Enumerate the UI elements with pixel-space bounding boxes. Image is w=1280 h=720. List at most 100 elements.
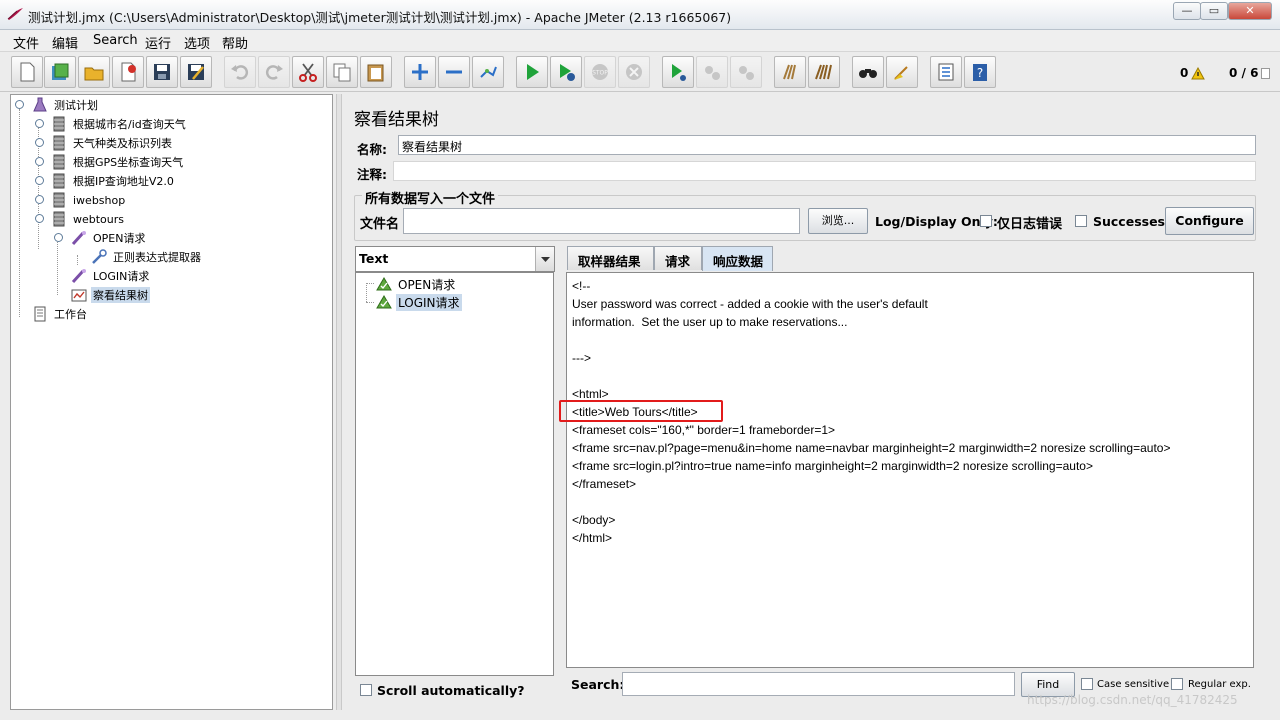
filename-input[interactable]: [403, 208, 800, 234]
redo-icon[interactable]: [258, 56, 290, 88]
tree-node-workbench[interactable]: 工作台: [32, 305, 89, 323]
toggle-icon[interactable]: [472, 56, 504, 88]
test-plan-icon: [32, 97, 48, 113]
save-icon[interactable]: [146, 56, 178, 88]
search-icon[interactable]: [852, 56, 884, 88]
successes-label: Successes: [1093, 214, 1165, 229]
scroll-auto-checkbox[interactable]: [360, 684, 372, 696]
pane-splitter[interactable]: [336, 94, 342, 710]
window-title: 测试计划.jmx (C:\Users\Administrator\Desktop…: [28, 10, 732, 25]
shutdown-icon[interactable]: [618, 56, 650, 88]
response-line: --->: [572, 351, 591, 365]
clear-icon[interactable]: [774, 56, 806, 88]
status-indicator: [1261, 68, 1270, 79]
response-line: </body>: [572, 513, 616, 527]
response-line: <html>: [572, 387, 609, 401]
menu-run[interactable]: 运行: [145, 33, 171, 52]
help-icon[interactable]: ?: [964, 56, 996, 88]
open-icon[interactable]: [78, 56, 110, 88]
collapse-icon[interactable]: [438, 56, 470, 88]
expand-icon[interactable]: [404, 56, 436, 88]
paste-icon[interactable]: [360, 56, 392, 88]
undo-icon[interactable]: [224, 56, 256, 88]
tree-node-thread-group[interactable]: 根据城市名/id查询天气: [51, 115, 188, 133]
menu-options[interactable]: 选项: [184, 33, 210, 52]
active-thread-count: 0 / 6: [1229, 66, 1259, 80]
tab-response-data[interactable]: 响应数据: [702, 246, 773, 271]
cut-icon[interactable]: [292, 56, 324, 88]
renderer-select[interactable]: Text: [355, 246, 555, 272]
function-helper-icon[interactable]: [930, 56, 962, 88]
remote-shutdown-icon[interactable]: [730, 56, 762, 88]
menu-search[interactable]: Search: [93, 33, 138, 48]
regular-exp-label: Regular exp.: [1188, 679, 1251, 690]
start-icon[interactable]: [516, 56, 548, 88]
tree-node-thread-group[interactable]: webtours: [51, 210, 126, 228]
jmeter-feather-icon: [7, 8, 23, 20]
menu-edit[interactable]: 编辑: [52, 33, 78, 52]
tab-request[interactable]: 请求: [654, 246, 702, 270]
thread-group-icon: [51, 135, 67, 151]
workbench-icon: [32, 306, 48, 322]
thread-group-icon: [51, 192, 67, 208]
new-icon[interactable]: [11, 56, 43, 88]
reset-search-icon[interactable]: [886, 56, 918, 88]
response-line: User password was correct - added a cook…: [572, 297, 928, 311]
tree-node-thread-group[interactable]: iwebshop: [51, 191, 127, 209]
response-text-area[interactable]: <!-- User password was correct - added a…: [566, 272, 1254, 668]
tab-sampler-result[interactable]: 取样器结果: [567, 246, 654, 270]
name-field[interactable]: 察看结果树: [398, 135, 1256, 155]
success-triangle-icon: [376, 294, 392, 310]
test-plan-tree: 测试计划 根据城市名/id查询天气 天气种类及标识列表 根据GPS坐标查询天气 …: [10, 94, 333, 710]
stop-icon[interactable]: STOP: [584, 56, 616, 88]
errors-only-label: 仅日志错误: [997, 217, 1063, 232]
menu-bar: 文件 编辑 Search 运行 选项 帮助: [0, 30, 1280, 52]
regex-extractor-icon: [91, 249, 107, 265]
configure-button[interactable]: Configure: [1165, 207, 1254, 235]
chevron-down-icon[interactable]: [535, 247, 554, 271]
remote-start-icon[interactable]: [662, 56, 694, 88]
tree-node-regex-extractor[interactable]: 正则表达式提取器: [91, 248, 203, 266]
close-window-button[interactable]: ✕: [1228, 2, 1272, 20]
case-sensitive-label: Case sensitive: [1097, 679, 1170, 690]
start-no-timers-icon[interactable]: [550, 56, 582, 88]
comment-field[interactable]: [393, 161, 1256, 181]
tree-node-http-sampler[interactable]: OPEN请求: [71, 229, 147, 247]
warning-icon[interactable]: [1191, 67, 1205, 80]
copy-icon[interactable]: [326, 56, 358, 88]
tree-node-test-plan[interactable]: 测试计划: [32, 96, 100, 114]
templates-icon[interactable]: [44, 56, 76, 88]
tree-node-http-sampler[interactable]: LOGIN请求: [71, 267, 151, 285]
tree-node-thread-group[interactable]: 根据GPS坐标查询天气: [51, 153, 185, 171]
sample-item-login[interactable]: LOGIN请求: [376, 293, 462, 311]
errors-only-checkbox[interactable]: [980, 215, 992, 227]
clear-all-icon[interactable]: [808, 56, 840, 88]
search-input[interactable]: [622, 672, 1015, 696]
restore-button[interactable]: ▭: [1200, 2, 1228, 20]
thread-group-icon: [51, 154, 67, 170]
svg-text:?: ?: [977, 66, 983, 80]
sample-item-open[interactable]: OPEN请求: [376, 275, 457, 293]
watermark: https://blog.csdn.net/qq_41782425: [1027, 693, 1238, 707]
menu-file[interactable]: 文件: [13, 33, 39, 52]
window-titlebar: 测试计划.jmx (C:\Users\Administrator\Desktop…: [0, 0, 1280, 30]
filename-label: 文件名: [360, 217, 400, 232]
view-results-tree-icon: [71, 287, 87, 303]
response-line: <frameset cols="160,*" border=1 framebor…: [572, 423, 836, 437]
tree-node-thread-group[interactable]: 根据IP查询地址V2.0: [51, 172, 176, 190]
remote-stop-icon[interactable]: [696, 56, 728, 88]
case-sensitive-checkbox[interactable]: [1081, 678, 1093, 690]
response-line: <frame src=login.pl?intro=true name=info…: [572, 459, 1093, 473]
regular-exp-checkbox[interactable]: [1171, 678, 1183, 690]
tree-node-view-results-tree[interactable]: 察看结果树: [71, 286, 150, 304]
browse-button[interactable]: 浏览...: [808, 208, 868, 234]
menu-help[interactable]: 帮助: [222, 33, 248, 52]
thread-group-icon: [51, 116, 67, 132]
tree-node-thread-group[interactable]: 天气种类及标识列表: [51, 134, 174, 152]
successes-checkbox[interactable]: [1075, 215, 1087, 227]
minimize-button[interactable]: —: [1173, 2, 1201, 20]
close-icon[interactable]: [112, 56, 144, 88]
save-as-icon[interactable]: [180, 56, 212, 88]
http-sampler-icon: [71, 268, 87, 284]
error-count: 0: [1180, 66, 1189, 80]
